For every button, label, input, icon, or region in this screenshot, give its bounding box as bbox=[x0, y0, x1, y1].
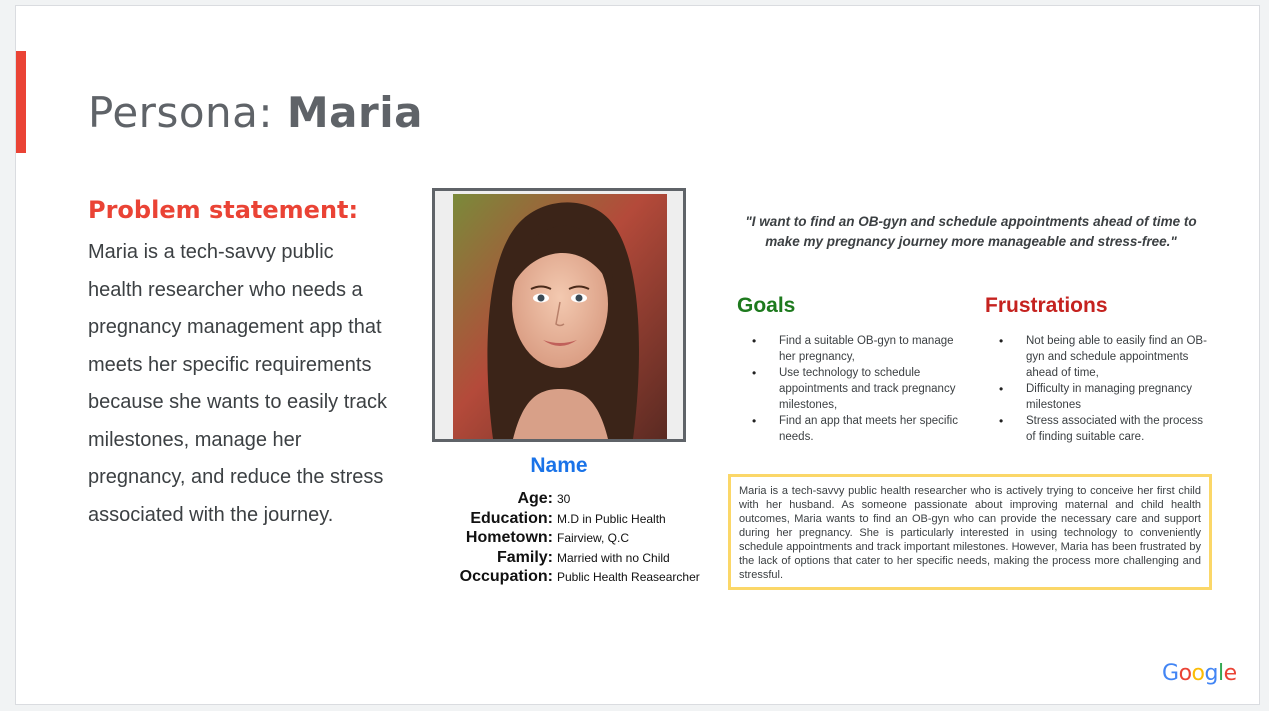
detail-key: Education: bbox=[470, 509, 553, 527]
detail-value: Married with no Child bbox=[557, 550, 670, 565]
list-item: Difficulty in managing pregnancy milesto… bbox=[999, 381, 1209, 413]
goals-heading: Goals bbox=[737, 294, 796, 317]
logo-letter: G bbox=[1162, 661, 1179, 686]
detail-value: Public Health Reasearcher bbox=[557, 570, 700, 584]
detail-row-hometown: Hometown: Fairview, Q.C bbox=[416, 529, 716, 549]
goals-list: Find a suitable OB-gyn to manage her pre… bbox=[752, 333, 962, 445]
detail-value: Fairview, Q.C bbox=[557, 531, 630, 545]
persona-photo bbox=[453, 194, 667, 439]
detail-row-occupation: Occupation: Public Health Reasearcher bbox=[416, 568, 716, 588]
detail-key: Family: bbox=[496, 548, 553, 566]
persona-name-label: Name bbox=[530, 454, 588, 477]
detail-row-education: Education: M.D in Public Health bbox=[416, 510, 716, 530]
list-item: Use technology to schedule appointments … bbox=[752, 365, 962, 413]
persona-portrait-image bbox=[453, 194, 667, 439]
title-name: Maria bbox=[286, 88, 423, 137]
persona-photo-frame bbox=[432, 188, 686, 442]
title-prefix: Persona: bbox=[88, 88, 287, 137]
detail-key: Age: bbox=[517, 490, 553, 507]
persona-quote: "I want to find an OB-gyn and schedule a… bbox=[745, 214, 1197, 249]
logo-letter: o bbox=[1191, 661, 1205, 686]
logo-letter: e bbox=[1223, 661, 1238, 686]
slide: Persona: Maria Problem statement: Maria … bbox=[15, 5, 1260, 705]
logo-letter: o bbox=[1178, 661, 1192, 686]
detail-row-family: Family: Married with no Child bbox=[416, 549, 716, 569]
page-title: Persona: Maria bbox=[88, 88, 423, 137]
detail-key: Hometown: bbox=[465, 529, 553, 546]
list-item: Not being able to easily find an OB-gyn … bbox=[999, 333, 1209, 381]
problem-statement-body: Maria is a tech-savvy public health rese… bbox=[88, 241, 388, 526]
persona-bio: Maria is a tech-savvy public health rese… bbox=[728, 474, 1212, 590]
accent-bar bbox=[16, 51, 26, 153]
google-logo: Google bbox=[1162, 661, 1237, 686]
list-item: Stress associated with the process of fi… bbox=[999, 413, 1209, 445]
frustrations-heading: Frustrations bbox=[985, 294, 1108, 317]
list-item: Find an app that meets her specific need… bbox=[752, 413, 962, 445]
detail-row-age: Age: 30 bbox=[416, 490, 716, 510]
frustrations-list: Not being able to easily find an OB-gyn … bbox=[999, 333, 1209, 445]
persona-details: Age: 30 Education: M.D in Public Health … bbox=[416, 490, 716, 588]
detail-value: 30 bbox=[557, 492, 571, 506]
problem-statement-heading: Problem statement: bbox=[88, 196, 359, 224]
list-item: Find a suitable OB-gyn to manage her pre… bbox=[752, 333, 962, 365]
detail-key: Occupation: bbox=[459, 568, 553, 585]
detail-value: M.D in Public Health bbox=[557, 511, 666, 526]
logo-letter: g bbox=[1204, 661, 1219, 686]
